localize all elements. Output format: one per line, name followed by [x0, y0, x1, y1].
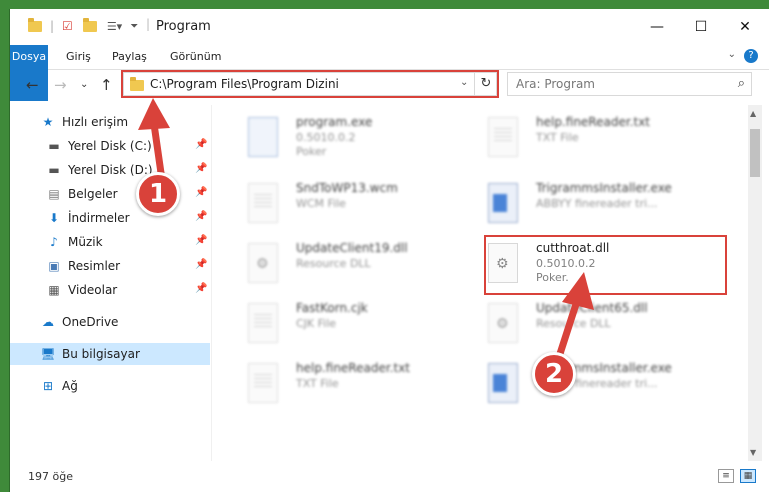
customize-icon[interactable]: ☰▾: [107, 20, 122, 33]
search-icon: ⌕: [737, 76, 745, 91]
computer-icon: 🖥: [40, 347, 56, 361]
explorer-window: | ☑ ☰▾ ⏷ | Program — ☐ ✕ Dosya Giriş Pay…: [9, 9, 769, 492]
pin-icon[interactable]: 📌: [195, 211, 207, 222]
sidebar-item-onedrive[interactable]: ☁ OneDrive: [10, 311, 210, 333]
document-file-icon: [248, 363, 278, 403]
file-item[interactable]: TrigrammsInstaller.exe ABBYY finereader …: [466, 177, 701, 233]
large-icons-view-icon[interactable]: ▦: [740, 469, 756, 483]
search-box[interactable]: Ara: Program ⌕: [507, 72, 752, 96]
step-2-badge: 2: [532, 352, 576, 396]
videos-icon: ▦: [48, 283, 60, 297]
documents-icon: ▤: [48, 187, 60, 201]
help-icon[interactable]: ?: [744, 49, 758, 63]
pin-icon[interactable]: 📌: [195, 259, 207, 270]
sidebar-item-music[interactable]: ♪ Müzik 📌: [10, 231, 210, 253]
sidebar-item-pictures[interactable]: ▣ Resimler 📌: [10, 255, 210, 277]
recent-locations-button[interactable]: ⌄: [80, 79, 88, 90]
dll-file-icon: [248, 243, 278, 283]
document-file-icon: [248, 303, 278, 343]
minimize-button[interactable]: —: [634, 9, 680, 45]
document-file-icon: [248, 183, 278, 223]
file-item[interactable]: help.fineReader.txt TXT File: [466, 111, 701, 167]
maximize-button[interactable]: ☐: [678, 9, 724, 45]
pin-icon[interactable]: 📌: [195, 139, 207, 150]
file-highlight: [484, 235, 727, 295]
installer-file-icon: [488, 183, 518, 223]
sidebar-item-documents[interactable]: ▤ Belgeler 📌: [10, 183, 210, 205]
scroll-up-icon[interactable]: ▲: [750, 109, 756, 118]
sidebar-item-downloads[interactable]: ⬇ İndirmeler 📌: [10, 207, 210, 229]
details-view-icon[interactable]: ≡: [718, 469, 734, 483]
cloud-icon: ☁: [42, 315, 54, 329]
new-folder-icon[interactable]: [82, 17, 97, 32]
status-bar: 197 öğe ≡ ▦: [10, 461, 769, 492]
drive-icon: ▬: [48, 163, 60, 177]
close-button[interactable]: ✕: [722, 9, 768, 45]
title-separator: |: [146, 17, 151, 31]
sidebar-item-this-pc[interactable]: 🖥 Bu bilgisayar: [10, 343, 210, 365]
pin-icon[interactable]: 📌: [195, 187, 207, 198]
file-item[interactable]: FastKorn.cjk CJK File: [226, 297, 461, 353]
file-item[interactable]: UpdateClient65.dll Resource DLL: [466, 297, 701, 353]
up-button[interactable]: ↑: [100, 76, 113, 94]
back-button[interactable]: ←: [26, 76, 39, 94]
file-list: program.exe 0.5010.0.2 Poker SndToWP13.w…: [212, 105, 748, 461]
star-icon: ★: [42, 115, 54, 129]
sidebar-item-quick-access[interactable]: ★ Hızlı erişim: [10, 111, 210, 133]
exe-file-icon: [248, 117, 278, 157]
pictures-icon: ▣: [48, 259, 60, 273]
quick-access-toolbar: | ☑ ☰▾ ⏷: [28, 17, 138, 33]
ribbon-collapse-icon[interactable]: ⌄: [728, 49, 736, 60]
network-icon: ⊞: [42, 379, 54, 393]
document-file-icon: [488, 117, 518, 157]
navigation-pane: ★ Hızlı erişim ▬ Yerel Disk (C:) 📌 ▬ Yer…: [10, 105, 210, 461]
sidebar-item-videos[interactable]: ▦ Videolar 📌: [10, 279, 210, 301]
installer-file-icon: [488, 363, 518, 403]
scrollbar-thumb[interactable]: [750, 129, 760, 177]
sidebar-item-disk-c[interactable]: ▬ Yerel Disk (C:) 📌: [10, 135, 210, 157]
drive-icon: ▬: [48, 139, 60, 153]
pin-icon[interactable]: 📌: [195, 235, 207, 246]
title-bar: | ☑ ☰▾ ⏷ | Program — ☐ ✕: [10, 9, 769, 45]
separator: |: [50, 19, 55, 33]
file-item[interactable]: program.exe 0.5010.0.2 Poker: [226, 111, 461, 167]
vertical-scrollbar[interactable]: ▲ ▼: [748, 105, 762, 461]
pin-icon[interactable]: 📌: [195, 163, 207, 174]
downloads-icon: ⬇: [48, 211, 60, 225]
item-count: 197 öğe: [28, 470, 73, 483]
music-icon: ♪: [50, 235, 58, 249]
folder-icon: [28, 17, 42, 32]
file-item[interactable]: TrigrammsInstaller.exe ABBYY finereader …: [466, 357, 701, 413]
scroll-down-icon[interactable]: ▼: [750, 448, 756, 457]
properties-icon[interactable]: ☑: [62, 19, 73, 33]
ribbon-tabs: Dosya Giriş Paylaş Görünüm ⌄ ?: [10, 45, 769, 101]
pin-icon[interactable]: 📌: [195, 283, 207, 294]
tab-gorunum[interactable]: Görünüm: [160, 45, 231, 69]
search-input[interactable]: Ara: Program: [516, 77, 595, 91]
dll-file-icon: [488, 303, 518, 343]
window-title: Program: [156, 19, 211, 34]
step-1-badge: 1: [136, 172, 180, 216]
qa-dropdown-icon[interactable]: ⏷: [130, 21, 138, 32]
file-item[interactable]: SndToWP13.wcm WCM File: [226, 177, 461, 233]
tab-paylas[interactable]: Paylaş: [102, 45, 157, 69]
address-row: ← → ⌄ ↑ C:\Program Files\Program Dizini …: [10, 70, 769, 100]
forward-button[interactable]: →: [54, 76, 67, 94]
file-item[interactable]: help.fineReader.txt TXT File: [226, 357, 461, 413]
sidebar-item-disk-d[interactable]: ▬ Yerel Disk (D:) 📌: [10, 159, 210, 181]
file-item[interactable]: UpdateClient19.dll Resource DLL: [226, 237, 461, 293]
tab-giris[interactable]: Giriş: [56, 45, 101, 69]
sidebar-item-network[interactable]: ⊞ Ağ: [10, 375, 210, 397]
address-highlight: [121, 70, 499, 98]
